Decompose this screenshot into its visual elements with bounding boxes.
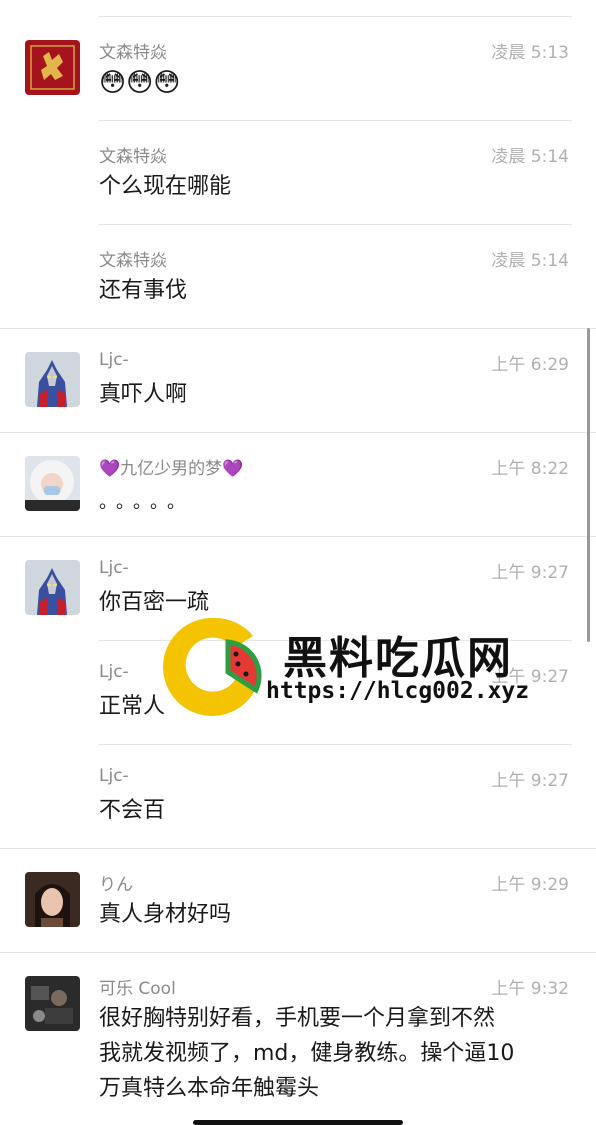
message-text: 真吓人啊 [99, 382, 188, 407]
message-time: 上午 8:22 [491, 459, 569, 479]
message-line: 我就发视频了，md，健身教练。操个逼10 [99, 1041, 515, 1066]
message-time: 上午 9:32 [491, 979, 569, 999]
message-time: 凌晨 5:14 [491, 251, 569, 271]
sender-name: 文森特焱 [99, 147, 167, 167]
sender-name: Ljc- [99, 662, 129, 682]
home-indicator[interactable] [193, 1120, 403, 1125]
message-text: 真人身材好吗 [99, 902, 232, 927]
scrollbar[interactable] [587, 328, 590, 642]
message-line: 万真特么本命年触霉头 [99, 1076, 320, 1101]
message-time: 上午 9:29 [491, 875, 569, 895]
watermark-title: 黑料吃瓜网 [283, 633, 513, 684]
message-text: 还有事伐 [99, 278, 188, 303]
message-line: 很好胸特别好看，手机要一个月拿到不然 [99, 1006, 496, 1031]
divider [0, 536, 596, 537]
fu-avatar-icon [25, 40, 80, 95]
divider [0, 328, 596, 329]
avatar[interactable] [25, 40, 80, 95]
watermelon-logo-icon [163, 617, 262, 716]
sender-name: 文森特焱 [99, 43, 167, 63]
message-time: 上午 9:27 [491, 771, 569, 791]
message-time: 凌晨 5:13 [491, 43, 569, 63]
avatar[interactable] [25, 976, 80, 1031]
sender-name: Ljc- [99, 350, 129, 370]
watermark-url: https://hlcg002.xyz [266, 678, 530, 704]
avatar[interactable] [25, 872, 80, 927]
divider [0, 952, 596, 953]
avatar[interactable] [25, 352, 80, 407]
sender-name: 💜九亿少男的梦💜 [99, 459, 244, 479]
watermark: 黑料吃瓜网 https://hlcg002.xyz [158, 612, 558, 722]
message-text: 很好胸特别好看，手机要一个月拿到不然 我就发视频了，md，健身教练。操个逼10 … [99, 1001, 514, 1106]
divider [98, 224, 572, 225]
sender-name: Ljc- [99, 766, 129, 786]
message-time: 凌晨 5:14 [491, 147, 569, 167]
sender-name: 文森特焱 [99, 251, 167, 271]
sender-name: 可乐 Cool [99, 979, 176, 999]
divider [98, 744, 572, 745]
message-time: 上午 6:29 [491, 355, 569, 375]
dark-photo-avatar-icon [25, 976, 80, 1031]
message-text: 😳😳😳 [99, 68, 181, 98]
divider [0, 848, 596, 849]
avatar[interactable] [25, 560, 80, 615]
sender-name: Ljc- [99, 558, 129, 578]
girl-furhood-avatar-icon [25, 456, 80, 511]
avatar[interactable] [25, 456, 80, 511]
message-text: 不会百 [99, 798, 166, 823]
ultraman-avatar-icon [25, 352, 80, 407]
ultraman-avatar-icon [25, 560, 80, 615]
message-time: 上午 9:27 [491, 563, 569, 583]
chat-message-list: 文森特焱 凌晨 5:13 😳😳😳 文森特焱 凌晨 5:14 个么现在哪能 文森特… [0, 0, 596, 1125]
divider [98, 120, 572, 121]
divider [0, 432, 596, 433]
message-text: 个么现在哪能 [99, 174, 232, 199]
sender-name: りん [99, 875, 133, 895]
message-text: 。。。。。 [99, 492, 193, 513]
divider [98, 16, 572, 17]
message-text: 正常人 [99, 694, 166, 719]
girl-portrait-avatar-icon [25, 872, 80, 927]
